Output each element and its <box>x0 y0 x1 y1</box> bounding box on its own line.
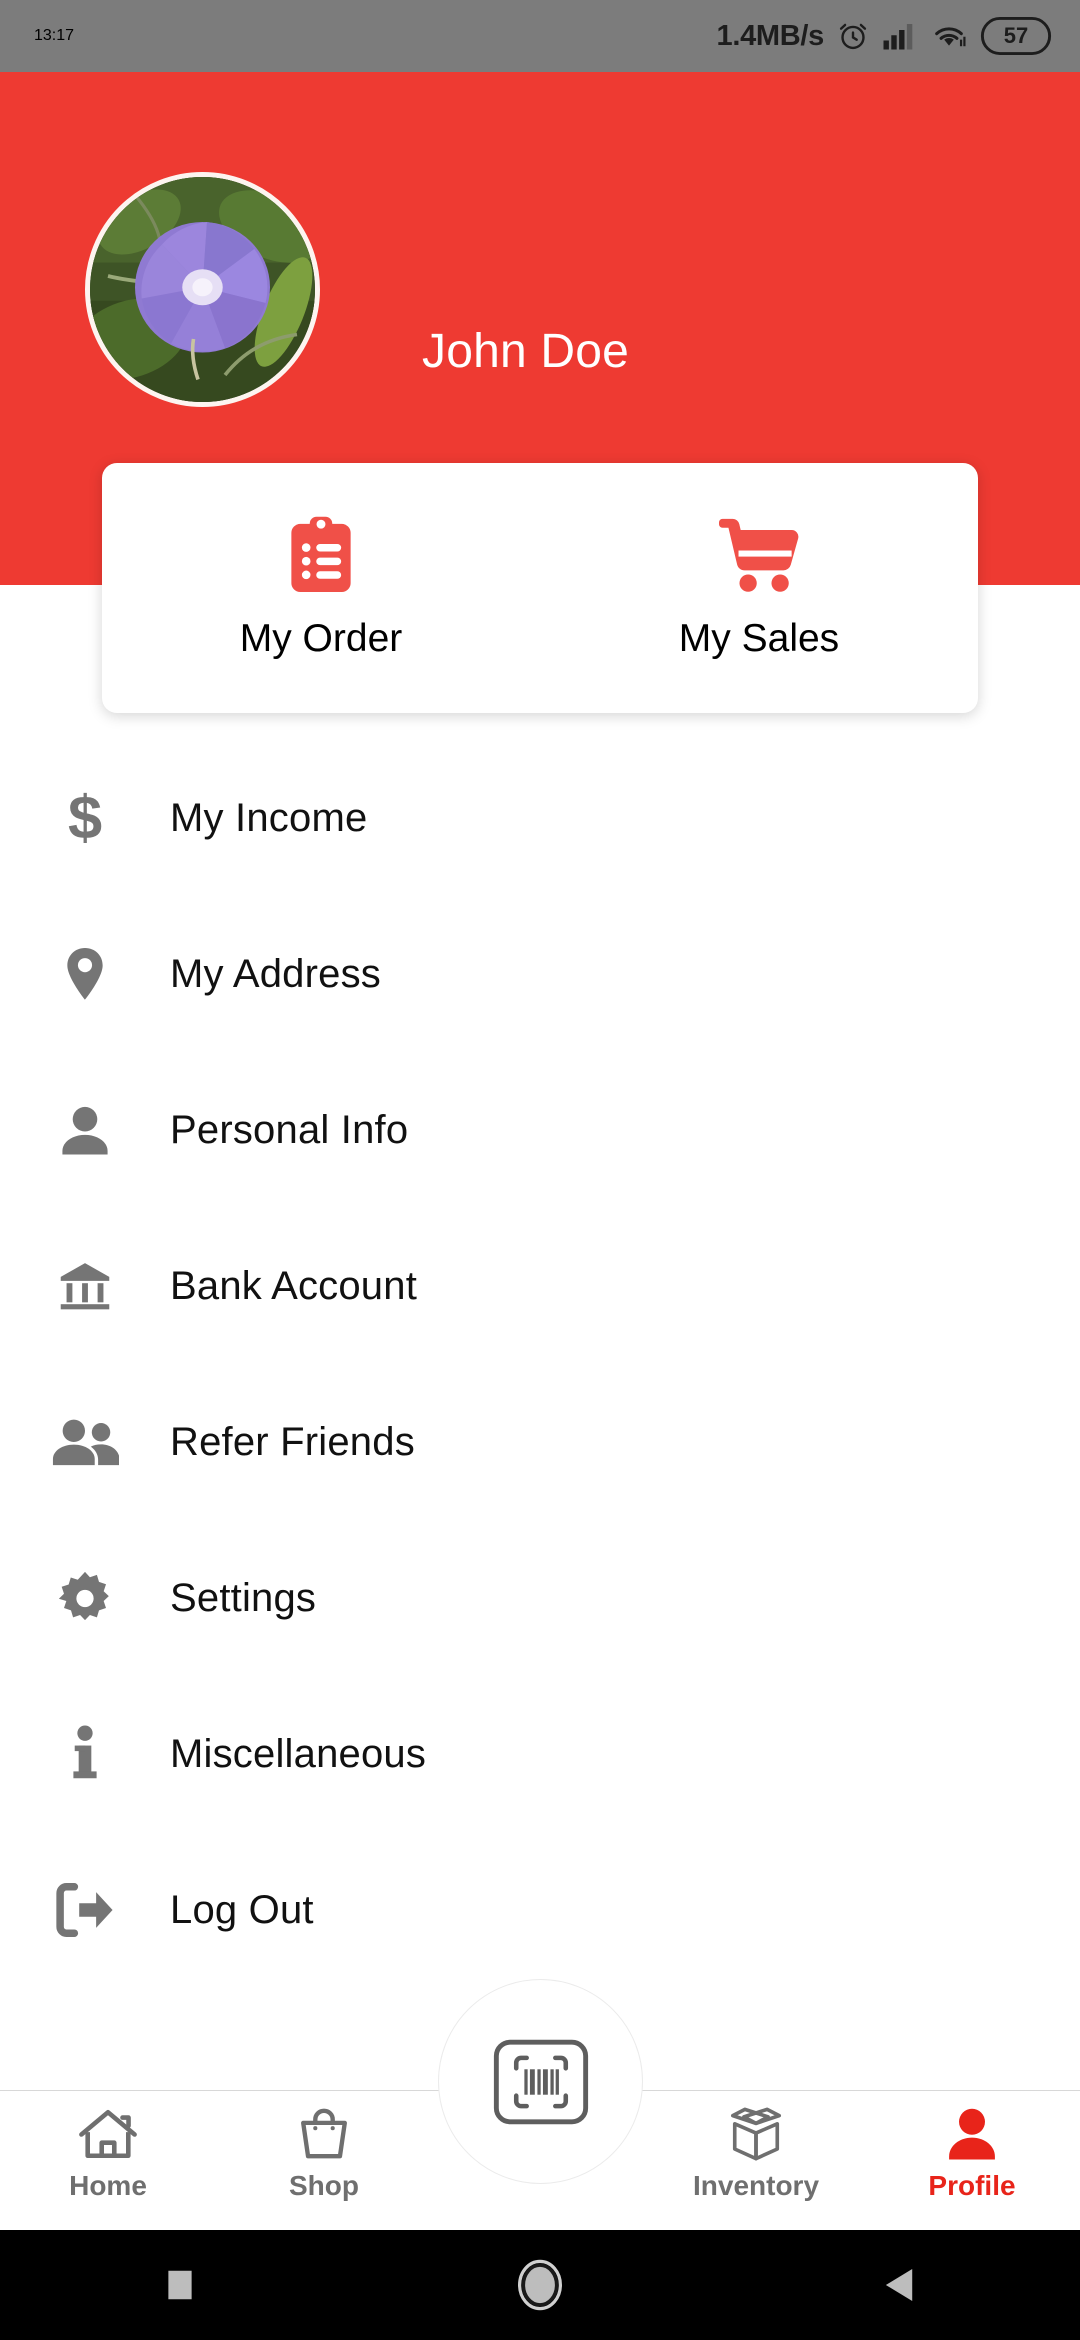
quick-action-label: My Sales <box>678 617 840 660</box>
dollar-sign-icon: $ <box>0 787 170 849</box>
menu-item-log-out[interactable]: Log Out <box>0 1832 1080 1988</box>
quick-action-my-order[interactable]: My Order <box>102 515 540 661</box>
android-navigation-bar <box>0 2230 1080 2340</box>
menu-item-my-address[interactable]: My Address <box>0 896 1080 1052</box>
bank-building-icon <box>0 1258 170 1314</box>
battery-icon: 57 <box>980 17 1052 55</box>
menu-item-label: Refer Friends <box>170 1419 415 1464</box>
nav-item-label: Home <box>69 2170 147 2201</box>
battery-level-text: 57 <box>1003 23 1029 48</box>
nav-item-shop[interactable]: Shop <box>216 2091 432 2202</box>
status-clock: 13:17 <box>34 27 75 44</box>
quick-action-my-sales[interactable]: My Sales <box>540 515 978 661</box>
barcode-scan-fab[interactable] <box>438 1979 643 2184</box>
info-icon <box>0 1725 170 1783</box>
svg-text:$: $ <box>68 787 102 849</box>
shopping-cart-icon <box>719 518 799 592</box>
avatar-photo <box>90 177 315 402</box>
clipboard-list-icon <box>291 516 351 593</box>
menu-item-settings[interactable]: Settings <box>0 1520 1080 1676</box>
circle-icon <box>518 2259 562 2311</box>
triangle-left-icon <box>885 2268 913 2302</box>
menu-item-label: My Address <box>170 951 381 996</box>
profile-name: John Doe <box>422 325 630 378</box>
barcode-scan-icon <box>493 2039 588 2124</box>
signal-bars-icon <box>883 24 913 50</box>
back-button[interactable] <box>800 2264 1000 2306</box>
menu-item-label: Bank Account <box>170 1263 418 1308</box>
menu-item-label: Settings <box>170 1575 317 1620</box>
home-icon <box>79 2109 137 2159</box>
status-bar: 13:17 1.4MB/s 57 <box>0 0 1080 72</box>
avatar[interactable] <box>85 172 320 407</box>
open-box-icon <box>730 2107 782 2161</box>
person-filled-icon <box>949 2108 995 2160</box>
nav-item-label: Inventory <box>692 2170 820 2201</box>
nav-item-inventory[interactable]: Inventory <box>648 2091 864 2202</box>
network-speed-text: 1.4MB/s <box>716 19 825 52</box>
menu-item-my-income[interactable]: $ My Income <box>0 740 1080 896</box>
menu-item-label: Log Out <box>170 1887 314 1932</box>
nav-item-profile[interactable]: Profile <box>864 2091 1080 2202</box>
shopping-bag-icon <box>301 2108 347 2159</box>
nav-item-label: Shop <box>289 2170 359 2201</box>
menu-item-refer-friends[interactable]: Refer Friends <box>0 1364 1080 1520</box>
menu-item-bank-account[interactable]: Bank Account <box>0 1208 1080 1364</box>
home-button[interactable] <box>440 2259 640 2311</box>
menu-item-miscellaneous[interactable]: Miscellaneous <box>0 1676 1080 1832</box>
gear-icon <box>0 1570 170 1626</box>
menu-item-label: My Income <box>170 795 368 840</box>
square-icon <box>168 2270 192 2300</box>
status-indicators: 1.4MB/s 57 <box>717 17 1053 55</box>
recents-button[interactable] <box>80 2266 280 2304</box>
menu-item-label: Personal Info <box>170 1107 409 1152</box>
location-pin-icon <box>0 945 170 1003</box>
nav-item-label: Profile <box>928 2170 1016 2201</box>
quick-actions-card: My Order My Sales <box>102 463 978 713</box>
nav-item-home[interactable]: Home <box>0 2091 216 2202</box>
logout-arrow-icon <box>0 1883 170 1937</box>
alarm-clock-icon <box>839 23 867 50</box>
quick-action-label: My Order <box>239 617 403 660</box>
wifi-icon <box>935 27 966 47</box>
menu-item-label: Miscellaneous <box>170 1731 427 1776</box>
person-icon <box>0 1102 170 1158</box>
menu-item-personal-info[interactable]: Personal Info <box>0 1052 1080 1208</box>
profile-menu-list: $ My Income My Address Personal Info Ban… <box>0 740 1080 1988</box>
people-group-icon <box>0 1415 170 1469</box>
